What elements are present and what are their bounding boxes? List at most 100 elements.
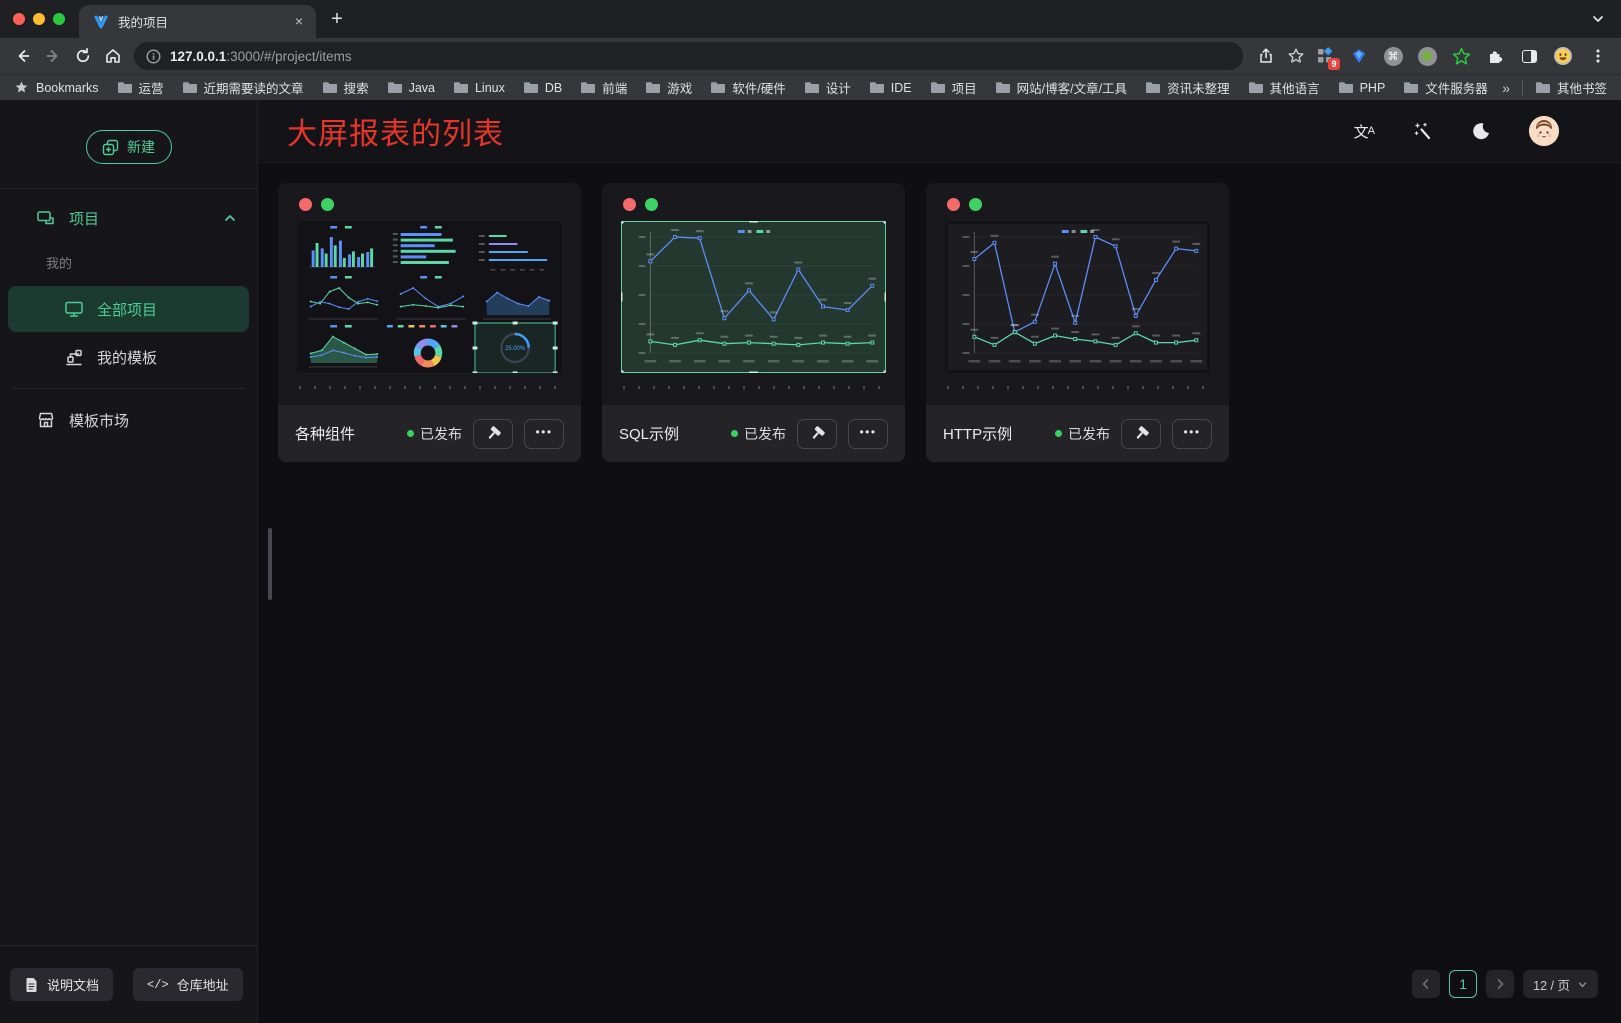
sidebar-group-projects[interactable]: 项目 bbox=[8, 193, 249, 243]
bookmark-star-button[interactable] bbox=[1281, 41, 1311, 71]
tab-close-icon[interactable]: × bbox=[290, 13, 308, 31]
project-card[interactable]: SQL示例 已发布 ••• bbox=[602, 183, 905, 462]
green-star-extension-icon[interactable] bbox=[1451, 46, 1471, 66]
edit-hammer-button[interactable] bbox=[797, 419, 837, 449]
sidebar-item-my-templates[interactable]: 我的模板 bbox=[8, 334, 249, 380]
folder-icon bbox=[117, 81, 133, 94]
sidebar-menu: 项目 我的 全部项目 我的模板 bbox=[0, 189, 257, 449]
scrollbar-thumb[interactable] bbox=[268, 528, 272, 600]
bookmark-label: 软件/硬件 bbox=[732, 78, 785, 97]
ellipsis-icon: ••• bbox=[535, 426, 552, 442]
side-panel-icon[interactable] bbox=[1519, 46, 1539, 66]
bookmark-label: 近期需要读的文章 bbox=[204, 78, 304, 97]
bookmark-folder[interactable]: 近期需要读的文章 bbox=[182, 78, 304, 97]
command-extension-icon[interactable]: ⌘ bbox=[1383, 46, 1403, 66]
magic-wand-icon[interactable] bbox=[1413, 121, 1433, 141]
tab-groups-extension-icon[interactable]: 9 bbox=[1315, 46, 1335, 66]
project-thumbnail[interactable] bbox=[621, 221, 886, 373]
sidebar-item-all-projects[interactable]: 全部项目 bbox=[8, 286, 249, 332]
bookmark-folder[interactable]: 网站/博客/文章/工具 bbox=[995, 78, 1127, 97]
chrome-menu-icon[interactable] bbox=[1583, 41, 1613, 71]
page-number-1[interactable]: 1 bbox=[1449, 970, 1477, 998]
new-project-button[interactable]: 新建 bbox=[86, 130, 172, 164]
bookmarks-root[interactable]: Bookmarks bbox=[14, 80, 99, 95]
reload-button[interactable] bbox=[68, 41, 98, 71]
new-tab-button[interactable]: + bbox=[322, 4, 352, 34]
bookmark-folder[interactable]: 前端 bbox=[580, 78, 627, 97]
site-info-icon[interactable] bbox=[146, 49, 161, 64]
project-card[interactable]: 25.00% 各种组件 已发布 ••• bbox=[278, 183, 581, 462]
card-footer: HTTP示例 已发布 ••• bbox=[926, 405, 1229, 462]
bookmark-folder[interactable]: 软件/硬件 bbox=[710, 78, 785, 97]
bookmark-folder[interactable]: 其他语言 bbox=[1248, 78, 1320, 97]
project-thumbnail[interactable]: 25.00% bbox=[297, 221, 562, 373]
bookmark-folder[interactable]: Java bbox=[387, 81, 435, 95]
project-card[interactable]: HTTP示例 已发布 ••• bbox=[926, 183, 1229, 462]
forward-button[interactable] bbox=[38, 41, 68, 71]
bookmark-folder[interactable]: PHP bbox=[1338, 81, 1386, 95]
bookmark-label: Java bbox=[409, 81, 435, 95]
folder-icon bbox=[710, 81, 726, 94]
bookmark-folder[interactable]: 游戏 bbox=[645, 78, 692, 97]
green-dot bbox=[969, 198, 982, 211]
project-name: HTTP示例 bbox=[943, 423, 1044, 444]
bookmark-folder[interactable]: DB bbox=[523, 81, 562, 95]
home-button[interactable] bbox=[98, 41, 128, 71]
bookmark-folder[interactable]: IDE bbox=[869, 81, 912, 95]
project-card-list: 25.00% 各种组件 已发布 ••• bbox=[258, 163, 1621, 462]
favicon bbox=[93, 14, 109, 30]
extension-icons: 9 ⌘ bbox=[1311, 46, 1583, 66]
other-bookmarks-folder[interactable]: 其他书签 bbox=[1535, 78, 1607, 97]
page-size-value: 12 / 页 bbox=[1533, 975, 1570, 994]
repo-button[interactable]: </> 仓库地址 bbox=[133, 968, 243, 1001]
share-button[interactable] bbox=[1251, 41, 1281, 71]
language-switch-icon[interactable]: 文A bbox=[1354, 121, 1375, 142]
prev-page-button[interactable] bbox=[1412, 970, 1440, 998]
bookmark-label: 项目 bbox=[952, 78, 977, 97]
code-icon: </> bbox=[147, 978, 169, 992]
page-size-select[interactable]: 12 / 页 bbox=[1523, 970, 1598, 998]
docs-button[interactable]: 说明文档 bbox=[10, 968, 113, 1001]
bookmark-folder[interactable]: 项目 bbox=[930, 78, 977, 97]
extensions-puzzle-icon[interactable] bbox=[1485, 46, 1505, 66]
card-footer: SQL示例 已发布 ••• bbox=[602, 405, 905, 462]
bookmarks-overflow-chevron[interactable]: » bbox=[1502, 80, 1510, 96]
document-icon bbox=[24, 977, 39, 993]
folder-icon bbox=[523, 81, 539, 94]
project-thumbnail[interactable] bbox=[945, 221, 1210, 373]
more-actions-button[interactable]: ••• bbox=[848, 419, 888, 449]
dark-mode-moon-icon[interactable] bbox=[1471, 121, 1491, 141]
extension-badge: 9 bbox=[1328, 58, 1340, 70]
maximize-window-button[interactable] bbox=[53, 13, 65, 25]
project-name: 各种组件 bbox=[295, 423, 396, 444]
bookmark-folder[interactable]: 资讯未整理 bbox=[1145, 78, 1230, 97]
bookmark-folder[interactable]: Linux bbox=[453, 81, 505, 95]
edit-hammer-button[interactable] bbox=[1121, 419, 1161, 449]
back-button[interactable] bbox=[8, 41, 38, 71]
user-avatar[interactable] bbox=[1529, 116, 1559, 146]
more-actions-button[interactable]: ••• bbox=[524, 419, 564, 449]
sidebar-item-template-market[interactable]: 模板市场 bbox=[8, 397, 249, 443]
bookmark-folder[interactable]: 搜索 bbox=[322, 78, 369, 97]
close-window-button[interactable] bbox=[13, 13, 25, 25]
more-actions-button[interactable]: ••• bbox=[1172, 419, 1212, 449]
address-bar[interactable]: 127.0.0.1:3000/#/project/items bbox=[134, 42, 1243, 70]
next-page-button[interactable] bbox=[1486, 970, 1514, 998]
chevron-up-icon[interactable] bbox=[223, 211, 237, 225]
folder-icon bbox=[645, 81, 661, 94]
bookmark-folder[interactable]: 文件服务器 bbox=[1403, 78, 1488, 97]
edit-hammer-button[interactable] bbox=[473, 419, 513, 449]
recorder-extension-icon[interactable] bbox=[1417, 46, 1437, 66]
tab-search-chevron-icon[interactable] bbox=[1591, 12, 1605, 26]
minimize-window-button[interactable] bbox=[33, 13, 45, 25]
folder-icon bbox=[453, 81, 469, 94]
profile-avatar-icon[interactable] bbox=[1553, 46, 1573, 66]
bookmark-folder[interactable]: 设计 bbox=[804, 78, 851, 97]
card-window-dots bbox=[278, 183, 581, 221]
app-window: 新建 项目 我的 全部项目 bbox=[0, 100, 1621, 1023]
folder-icon bbox=[1248, 81, 1264, 94]
gem-extension-icon[interactable] bbox=[1349, 46, 1369, 66]
browser-tab[interactable]: 我的项目 × bbox=[79, 5, 316, 38]
url-text[interactable]: 127.0.0.1:3000/#/project/items bbox=[170, 49, 352, 64]
bookmark-folder[interactable]: 运营 bbox=[117, 78, 164, 97]
